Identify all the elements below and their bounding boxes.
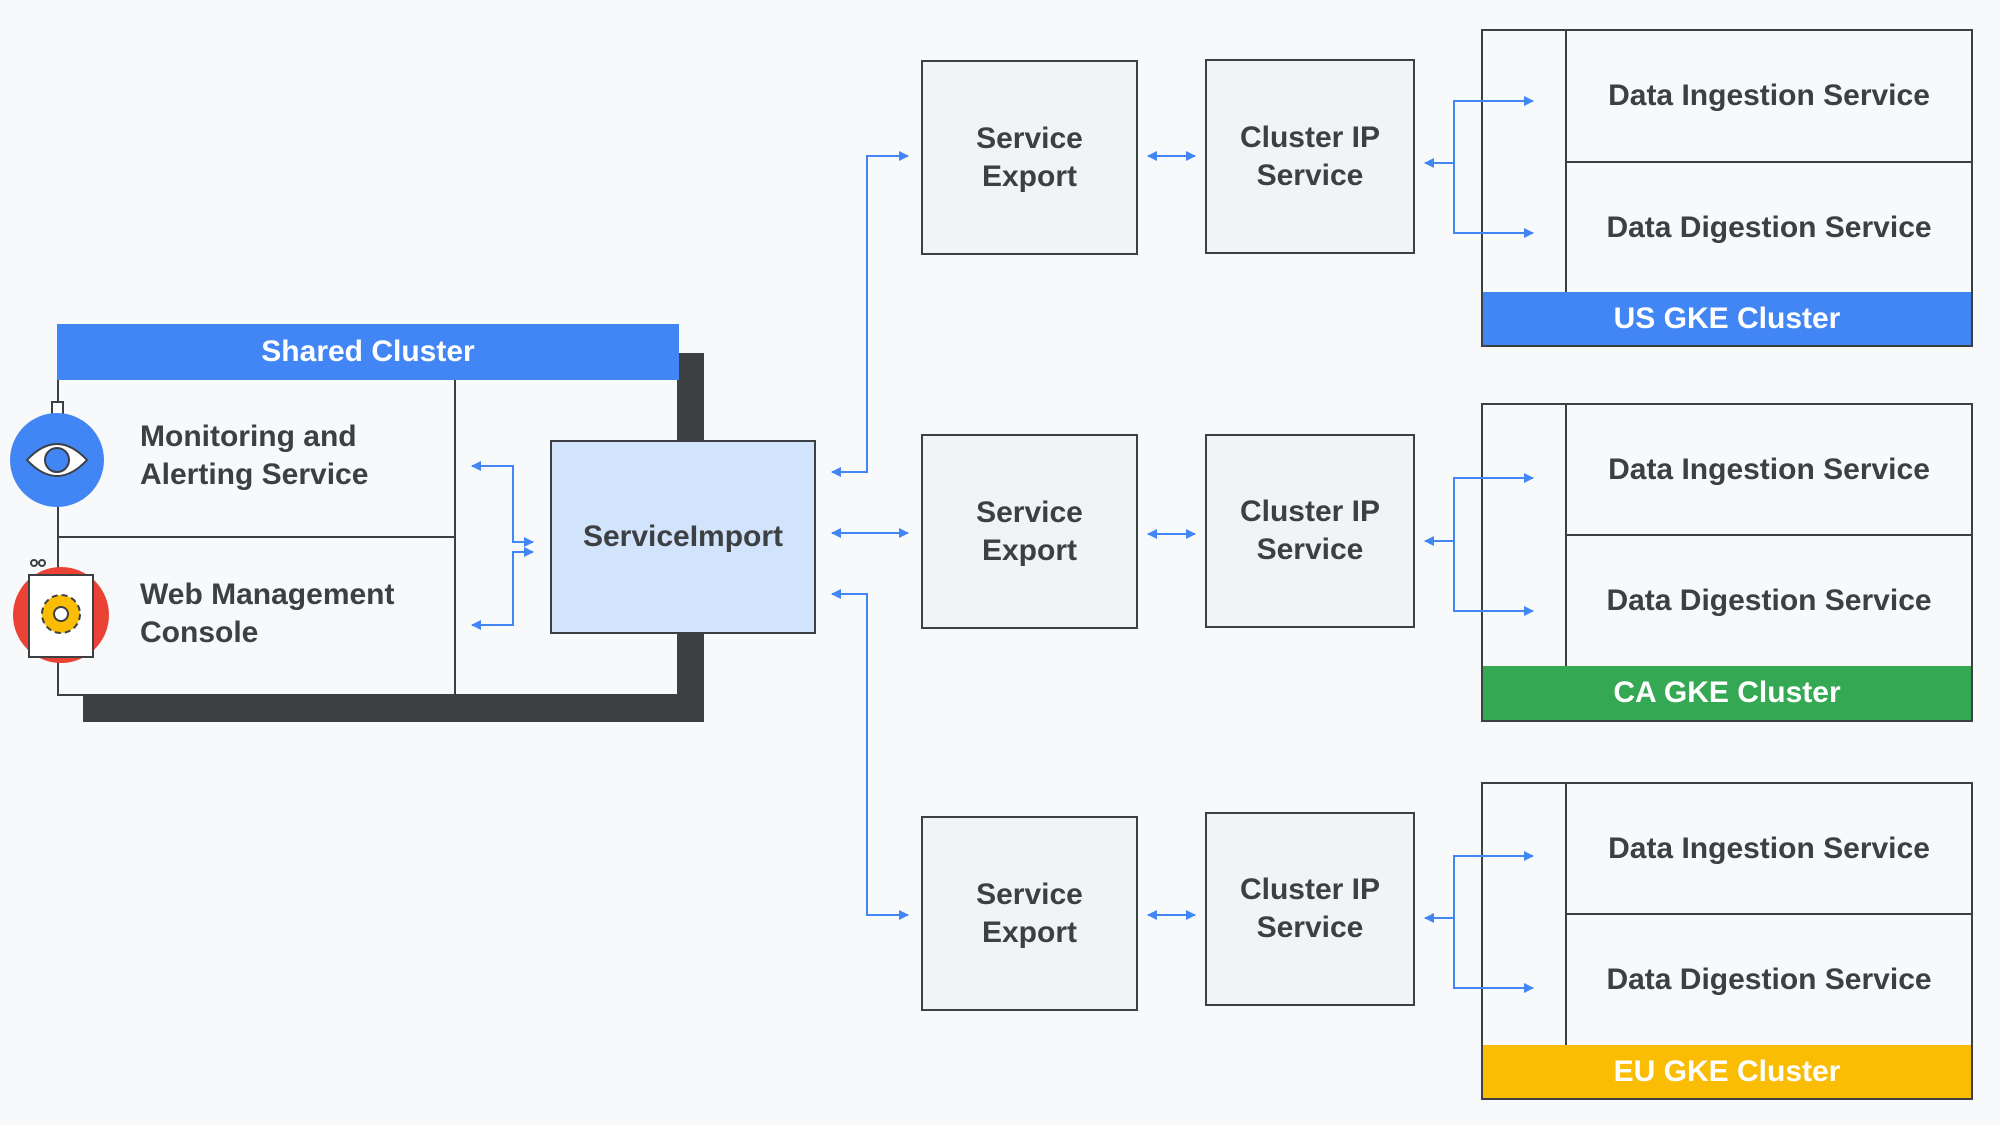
arrows — [471, 96, 1534, 993]
eye-icon — [10, 401, 104, 507]
connectors — [10, 96, 1534, 993]
gear-icon — [13, 559, 109, 663]
